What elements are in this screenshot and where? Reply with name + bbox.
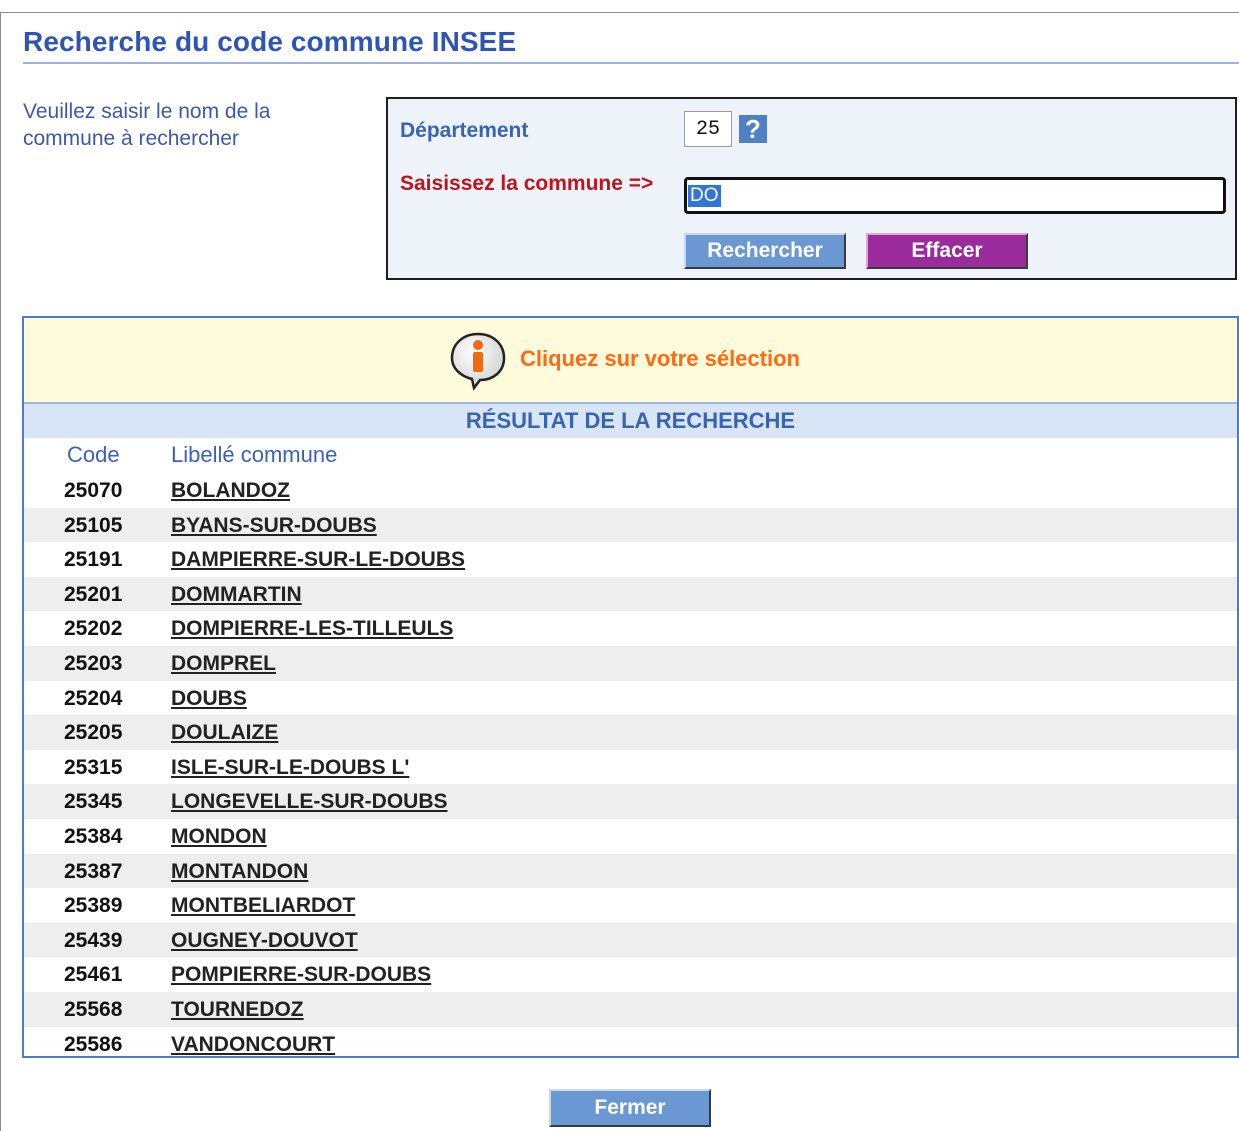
commune-code: 25461	[64, 963, 123, 987]
table-row[interactable]: 25201 DOMMARTIN	[24, 576, 1237, 612]
commune-link[interactable]: OUGNEY-DOUVOT	[171, 929, 358, 953]
commune-link[interactable]: DOMMARTIN	[171, 583, 302, 607]
table-row[interactable]: 25204 DOUBS	[24, 681, 1237, 716]
commune-link[interactable]: DOULAIZE	[171, 721, 278, 745]
commune-link[interactable]: LONGEVELLE-SUR-DOUBS	[171, 790, 448, 814]
table-row[interactable]: 25568 TOURNEDOZ	[24, 991, 1237, 1027]
commune-link[interactable]: DOMPIERRE-LES-TILLEULS	[171, 617, 453, 641]
commune-code: 25389	[64, 894, 123, 918]
commune-input-selected-text: DO	[688, 185, 721, 207]
info-message: Cliquez sur votre sélection	[520, 346, 800, 371]
commune-link[interactable]: POMPIERRE-SUR-DOUBS	[171, 963, 431, 987]
results-panel: Cliquez sur votre sélection RÉSULTAT DE …	[22, 316, 1239, 1058]
commune-code: 25191	[64, 548, 123, 572]
commune-link[interactable]: BOLANDOZ	[171, 479, 290, 503]
table-row[interactable]: 25586 VANDONCOURT	[24, 1027, 1237, 1062]
search-button[interactable]: Rechercher	[684, 233, 846, 269]
info-banner: Cliquez sur votre sélection	[24, 318, 1237, 404]
table-row[interactable]: 25315 ISLE-SUR-LE-DOUBS L'	[24, 750, 1237, 785]
commune-link[interactable]: MONTBELIARDOT	[171, 894, 355, 918]
clear-button[interactable]: Effacer	[866, 233, 1028, 269]
commune-code: 25202	[64, 617, 123, 641]
table-row[interactable]: 25191 DAMPIERRE-SUR-LE-DOUBS	[24, 542, 1237, 577]
commune-link[interactable]: ISLE-SUR-LE-DOUBS L'	[171, 756, 409, 780]
search-form: Département ? Saisissez la commune => DO…	[386, 97, 1237, 280]
department-input[interactable]	[684, 111, 732, 147]
commune-code: 25203	[64, 651, 123, 675]
commune-code: 25384	[64, 824, 123, 848]
table-row[interactable]: 25389 MONTBELIARDOT	[24, 888, 1237, 923]
table-row[interactable]: 25105 BYANS-SUR-DOUBS	[24, 507, 1237, 543]
table-row[interactable]: 25202 DOMPIERRE-LES-TILLEULS	[24, 611, 1237, 646]
table-row[interactable]: 25070 BOLANDOZ	[24, 473, 1237, 508]
title-divider	[23, 62, 1239, 64]
commune-code: 25205	[64, 721, 123, 745]
instructions-text: Veuillez saisir le nom de la commune à r…	[23, 100, 271, 150]
info-icon	[450, 332, 506, 390]
commune-label: Saisissez la commune =>	[400, 172, 654, 195]
table-row[interactable]: 25461 POMPIERRE-SUR-DOUBS	[24, 957, 1237, 992]
commune-link[interactable]: MONTANDON	[171, 860, 308, 884]
commune-link[interactable]: DAMPIERRE-SUR-LE-DOUBS	[171, 548, 465, 572]
results-header: RÉSULTAT DE LA RECHERCHE	[24, 404, 1237, 438]
department-label: Département	[400, 119, 529, 142]
table-row[interactable]: 25205 DOULAIZE	[24, 715, 1237, 750]
commune-input[interactable]	[684, 177, 1226, 214]
window-frame-left	[0, 12, 1, 1131]
commune-link[interactable]: DOMPREL	[171, 652, 276, 676]
help-icon[interactable]: ?	[739, 115, 767, 143]
commune-code: 25345	[64, 790, 123, 814]
commune-link[interactable]: TOURNEDOZ	[171, 998, 304, 1022]
table-row[interactable]: 25384 MONDON	[24, 819, 1237, 854]
commune-code: 25439	[64, 928, 123, 952]
commune-code: 25315	[64, 755, 123, 779]
page-title: Recherche du code commune INSEE	[23, 26, 517, 57]
table-row[interactable]: 25345 LONGEVELLE-SUR-DOUBS	[24, 784, 1237, 819]
commune-code: 25105	[64, 513, 123, 537]
commune-code: 25387	[64, 859, 123, 883]
close-button[interactable]: Fermer	[549, 1089, 711, 1127]
commune-link[interactable]: DOUBS	[171, 687, 247, 711]
table-row[interactable]: 25439 OUGNEY-DOUVOT	[24, 922, 1237, 958]
commune-code: 25204	[64, 686, 123, 710]
commune-link[interactable]: BYANS-SUR-DOUBS	[171, 514, 377, 538]
window-frame-top	[0, 12, 1239, 13]
commune-link[interactable]: MONDON	[171, 825, 267, 849]
commune-code: 25070	[64, 479, 123, 502]
table-row[interactable]: 25387 MONTANDON	[24, 853, 1237, 889]
commune-code: 25568	[64, 997, 123, 1021]
table-row[interactable]: 25203 DOMPREL	[24, 645, 1237, 681]
commune-code: 25201	[64, 582, 123, 606]
commune-code: 25586	[64, 1032, 123, 1056]
column-header-code: Code	[67, 442, 120, 467]
commune-link[interactable]: VANDONCOURT	[171, 1033, 335, 1057]
column-header-name: Libellé commune	[171, 442, 338, 467]
results-list: 25070 BOLANDOZ 25105 BYANS-SUR-DOUBS 25191 DA…	[24, 473, 1237, 1061]
